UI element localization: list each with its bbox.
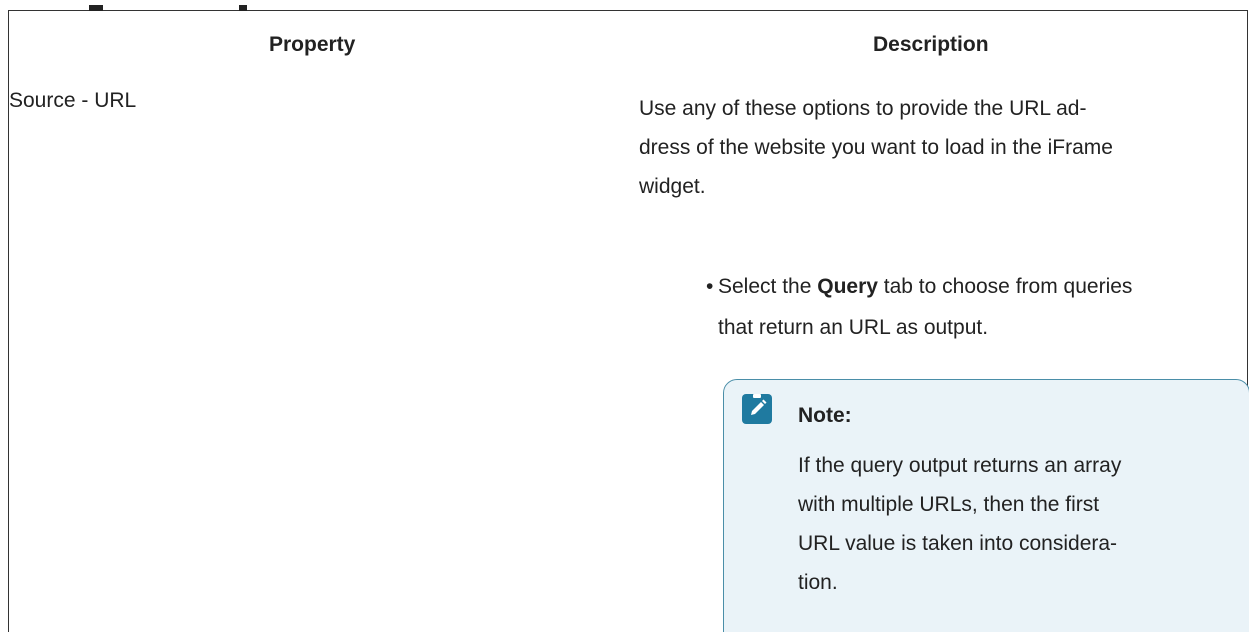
bullet-line-continued: that return an URL as output. [718, 316, 989, 339]
bullet-text-prefix: Select the [718, 275, 818, 298]
bullet-line: • Select the Query tab to choose from que… [706, 266, 1249, 307]
property-name-cell: Source - URL [9, 89, 137, 112]
note-title: Note: [798, 404, 852, 427]
note-line: tion. [798, 571, 838, 594]
bullet-text-bold: Query [817, 275, 878, 298]
description-line: Use any of these options to provide the … [639, 97, 1087, 120]
bullet-icon: • [706, 275, 714, 298]
description-paragraph: Use any of these options to provide the … [639, 89, 1219, 206]
note-line: with multiple URLs, then the first [798, 493, 1100, 516]
pencil-note-icon [742, 394, 772, 424]
note-line: URL value is taken into considera- [798, 532, 1118, 555]
column-header-property: Property [269, 33, 356, 56]
bullet-text-suffix: tab to choose from queries [877, 275, 1133, 298]
note-callout: Note: If the query output returns an arr… [723, 379, 1249, 632]
column-header-description: Description [873, 33, 989, 56]
note-line: If the query output returns an array [798, 454, 1122, 477]
table-header-row: Property Description [9, 11, 1247, 71]
property-table: Property Description Source - URL Use an… [8, 5, 1249, 632]
description-line: dress of the website you want to load in… [639, 136, 1113, 159]
bullet-list-item: • Select the Query tab to choose from que… [706, 266, 1249, 348]
note-body: If the query output returns an array wit… [798, 446, 1218, 602]
description-line: widget. [639, 175, 706, 198]
